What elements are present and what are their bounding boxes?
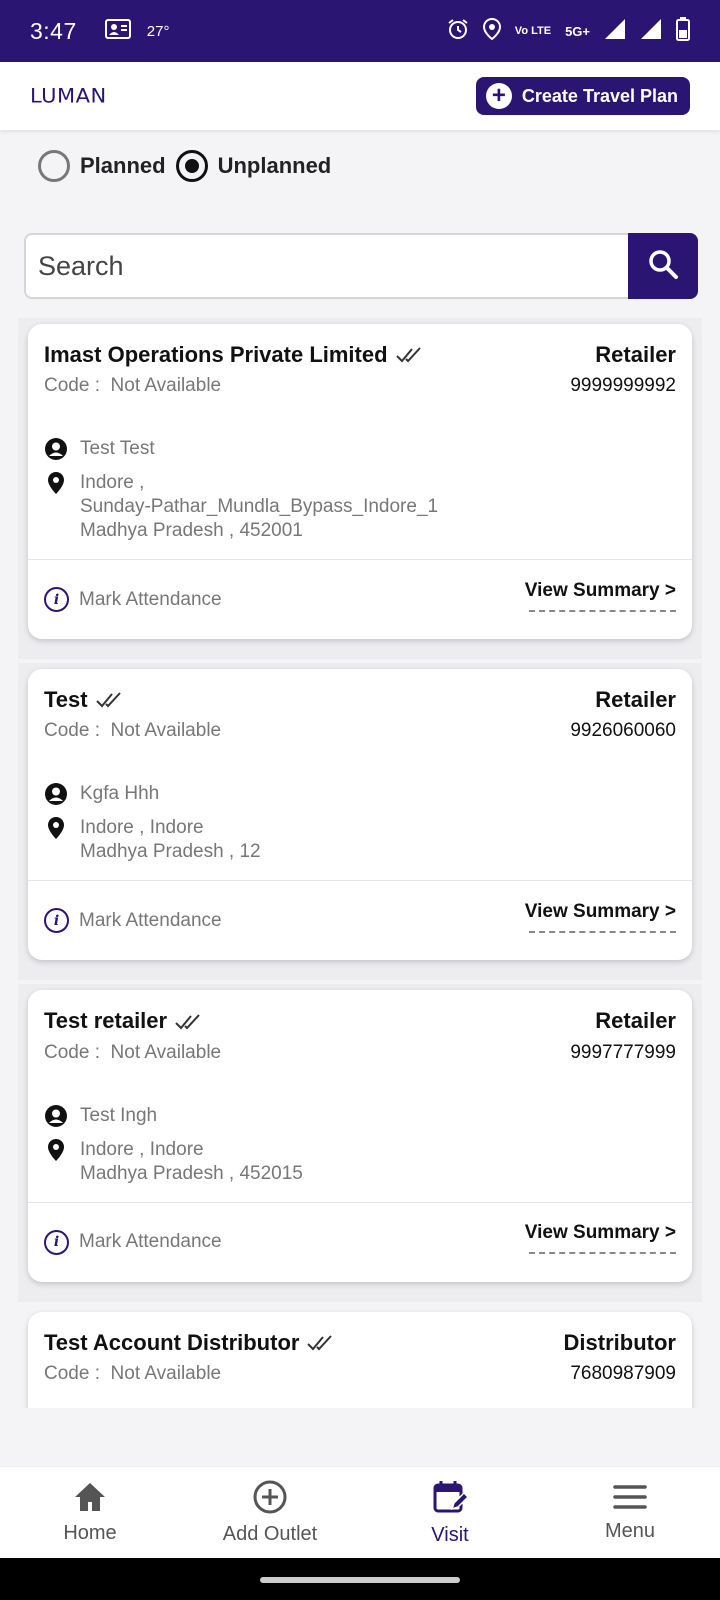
menu-icon [613, 1483, 647, 1516]
signal-icon [604, 18, 626, 45]
radio-unplanned-label[interactable]: Unplanned [218, 153, 332, 179]
radio-planned-label[interactable]: Planned [80, 153, 166, 179]
nav-home[interactable]: Home [0, 1467, 180, 1558]
outlet-code: Code : Not Available [44, 720, 222, 742]
contact-name: Kgfa Hhh [80, 783, 160, 805]
network-5g-indicator: 5G+ [565, 23, 590, 39]
outlet-type: Retailer [595, 1008, 676, 1034]
double-check-icon [307, 1331, 335, 1357]
location-icon [482, 17, 501, 45]
battery-icon [676, 16, 690, 46]
outlet-code: Code : Not Available [44, 375, 222, 397]
outlet-type: Retailer [595, 687, 676, 713]
double-check-icon [395, 343, 424, 369]
outlet-name: Test [44, 687, 124, 714]
radio-planned[interactable]: Planned [38, 150, 166, 182]
outlet-card-wrapper: Test retailer Retailer Code : Not Availa… [18, 984, 702, 1302]
outlet-name: Imast Operations Private Limited [44, 342, 424, 369]
person-icon [44, 1104, 68, 1128]
view-summary-link[interactable]: View Summary > [525, 1222, 677, 1255]
outlet-phone: 9926060060 [570, 720, 676, 742]
status-time: 3:47 [30, 17, 77, 44]
alarm-icon [447, 18, 469, 45]
outlet-list: Imast Operations Private Limited Retaile… [18, 318, 702, 1408]
nav-visit-label: Visit [431, 1523, 469, 1546]
home-gesture-handle[interactable] [260, 1577, 460, 1583]
outlet-card[interactable]: Test retailer Retailer Code : Not Availa… [28, 990, 692, 1282]
info-icon: i [44, 908, 69, 934]
search-input[interactable] [24, 233, 628, 299]
outlet-code: Code : Not Available [44, 1041, 222, 1063]
home-icon [73, 1481, 107, 1518]
status-bar: 3:47 27° Vo LTE 5G+ [0, 0, 720, 62]
info-icon: i [44, 1229, 69, 1255]
status-temperature: 27° [146, 22, 170, 40]
outlet-address: Indore , Indore Madhya Pradesh , 452015 [80, 1138, 303, 1184]
outlet-name: Test Account Distributor [44, 1330, 335, 1357]
plus-icon: + [485, 83, 512, 109]
person-icon [44, 782, 68, 806]
view-summary-link[interactable]: View Summary > [525, 901, 677, 933]
outlet-card-wrapper: Test Retailer Code : Not Available 99260… [18, 663, 702, 981]
calendar-edit-icon [432, 1479, 470, 1520]
double-check-icon [175, 1010, 203, 1036]
nav-home-label: Home [63, 1521, 117, 1544]
double-check-icon [95, 688, 124, 714]
radio-planned-circle[interactable] [38, 150, 70, 182]
signal-icon-2 [640, 18, 662, 45]
radio-unplanned[interactable]: Unplanned [175, 150, 332, 182]
outlet-card[interactable]: Imast Operations Private Limited Retaile… [28, 324, 692, 640]
outlet-phone: 7680987909 [570, 1362, 676, 1384]
outlet-phone: 9999999992 [570, 375, 676, 397]
outlet-card-wrapper: Test Account Distributor Distributor Cod… [18, 1305, 702, 1408]
outlet-address: Indore , Indore Madhya Pradesh , 12 [80, 817, 261, 863]
outlet-type: Distributor [563, 1329, 676, 1355]
view-summary-link[interactable]: View Summary > [525, 580, 677, 612]
outlet-card[interactable]: Test Retailer Code : Not Available 99260… [28, 669, 692, 961]
radio-unplanned-circle[interactable] [175, 150, 208, 182]
search-button[interactable] [628, 233, 698, 299]
outlet-address: Indore , Sunday-Pathar_Mundla_Bypass_Ind… [80, 472, 439, 542]
nav-visit[interactable]: Visit [360, 1467, 540, 1558]
visit-type-filter: Planned Unplanned [38, 150, 341, 182]
outlet-type: Retailer [595, 342, 676, 367]
contacts-icon [104, 18, 131, 45]
outlet-card[interactable]: Test Account Distributor Distributor Cod… [28, 1311, 692, 1408]
search-bar [24, 233, 698, 299]
nav-add-outlet-label: Add Outlet [222, 1522, 318, 1545]
mark-attendance-button[interactable]: i Mark Attendance [44, 1229, 222, 1255]
nav-menu-label: Menu [604, 1519, 656, 1542]
create-travel-plan-label: Create Travel Plan [521, 85, 678, 106]
location-pin-icon [44, 471, 68, 495]
info-icon: i [44, 587, 69, 613]
app-bar: LUMAN + Create Travel Plan [0, 62, 720, 130]
mark-attendance-button[interactable]: i Mark Attendance [44, 908, 222, 934]
outlet-name: Test retailer [44, 1008, 203, 1035]
location-pin-icon [44, 1138, 68, 1162]
search-icon [647, 248, 679, 285]
app-logo: LUMAN [30, 84, 107, 108]
system-navigation-bar [0, 1558, 720, 1600]
outlet-phone: 9997777999 [570, 1041, 676, 1063]
outlet-code: Code : Not Available [44, 1362, 222, 1384]
volte-indicator: Vo LTE [514, 24, 552, 37]
person-icon [44, 437, 68, 461]
contact-name: Test Test [80, 438, 155, 460]
bottom-nav: Home Add Outlet Visit Menu [0, 1466, 720, 1558]
nav-menu[interactable]: Menu [540, 1467, 720, 1558]
contact-name: Test Ingh [80, 1104, 158, 1126]
location-pin-icon [44, 816, 68, 840]
add-circle-icon [253, 1480, 287, 1519]
create-travel-plan-button[interactable]: + Create Travel Plan [475, 77, 690, 115]
nav-add-outlet[interactable]: Add Outlet [180, 1467, 360, 1558]
outlet-card-wrapper: Imast Operations Private Limited Retaile… [18, 318, 702, 660]
mark-attendance-button[interactable]: i Mark Attendance [44, 587, 222, 613]
